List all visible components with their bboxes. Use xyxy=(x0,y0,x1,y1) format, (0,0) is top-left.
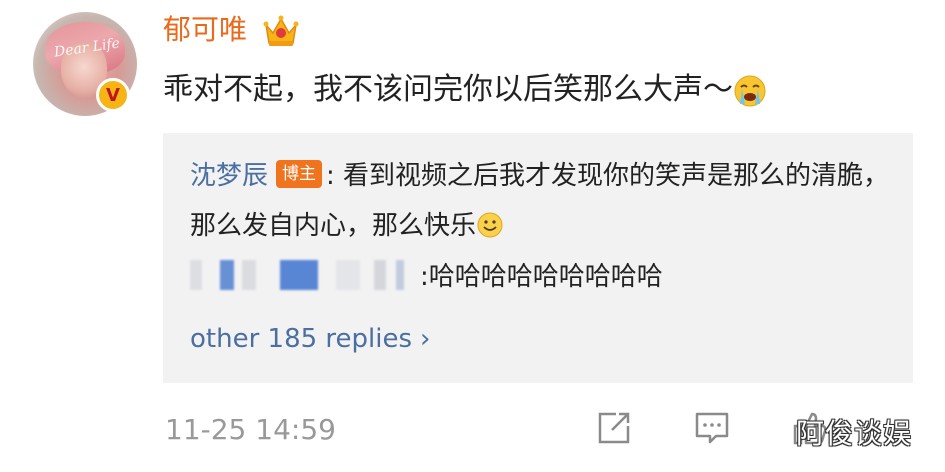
replies-panel: 沈梦辰 博主: 看到视频之后我才发现你的笑声是那么的清脆，那么发自内心，那么快乐 … xyxy=(163,133,913,383)
comment-icon[interactable] xyxy=(692,408,732,448)
blurred-username xyxy=(190,259,420,290)
crown-icon xyxy=(263,15,299,46)
reply-item: :哈哈哈哈哈哈哈哈哈 xyxy=(190,255,663,299)
username[interactable]: 郁可唯 xyxy=(163,10,247,50)
reply-username[interactable]: 沈梦辰 xyxy=(190,161,268,191)
more-replies-label: other 185 replies xyxy=(190,324,413,354)
comment-body: 乖对不起，我不该问完你以后笑那么大声～ xyxy=(163,72,733,107)
chevron-right-icon: › xyxy=(420,324,431,354)
verified-v-badge-icon: V xyxy=(96,78,130,112)
share-icon[interactable] xyxy=(594,408,634,448)
crying-emoji-icon xyxy=(734,75,766,106)
reply-item: 沈梦辰 博主: 看到视频之后我才发现你的笑声是那么的清脆，那么发自内心，那么快乐 xyxy=(190,151,890,251)
reply-text: :哈哈哈哈哈哈哈哈哈 xyxy=(420,262,663,292)
post-timestamp: 11-25 14:59 xyxy=(165,413,336,446)
comment-text: 乖对不起，我不该问完你以后笑那么大声～ xyxy=(163,68,767,112)
watermark-text: 阿俊谈娱 xyxy=(796,417,913,450)
more-replies-link[interactable]: other 185 replies › xyxy=(190,319,430,359)
host-tag-badge: 博主 xyxy=(276,159,323,188)
smile-emoji-icon xyxy=(477,212,503,237)
